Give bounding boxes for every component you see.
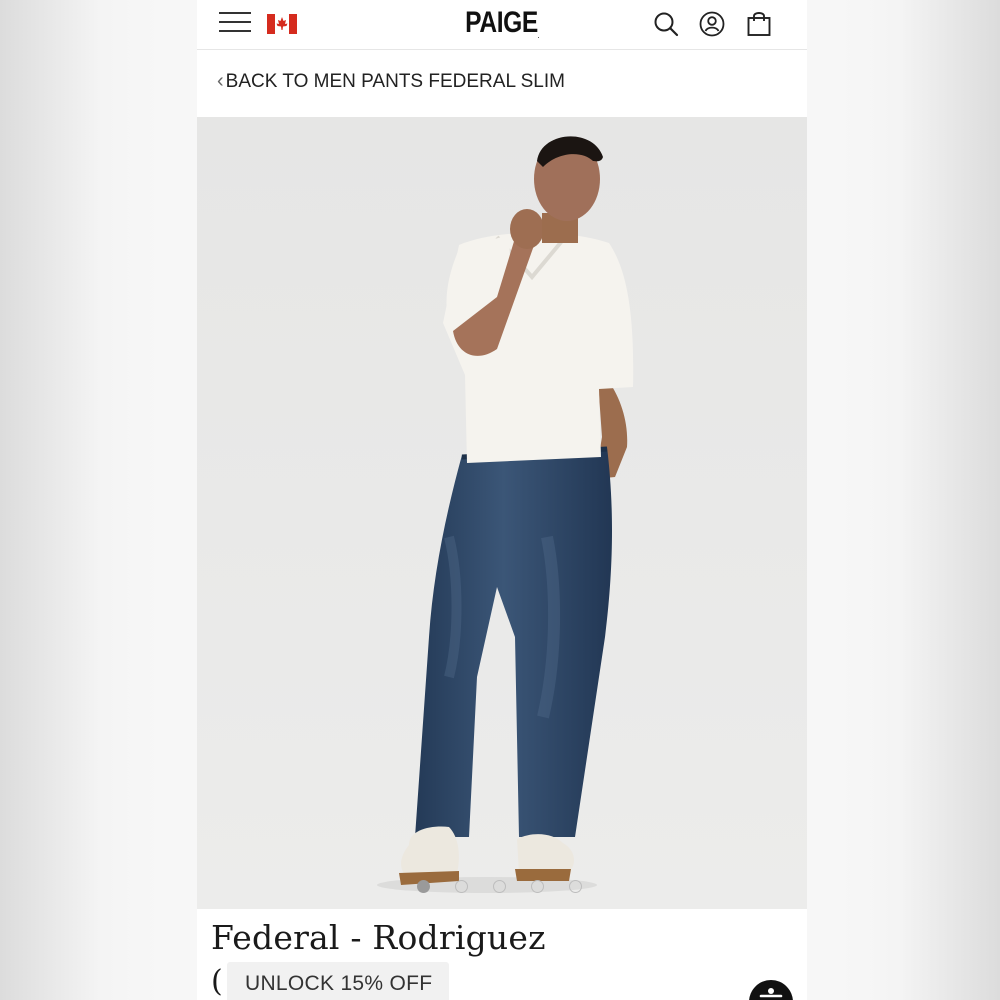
mobile-page: PAIGE. ‹BACK TO MEN PANTS FEDERAL SLIM — [197, 0, 807, 1000]
gallery-dot[interactable] — [417, 880, 430, 893]
accessibility-figure-icon — [759, 988, 783, 998]
search-icon[interactable] — [651, 9, 681, 39]
gallery-dot[interactable] — [569, 880, 582, 893]
product-image[interactable] — [197, 117, 807, 909]
site-header: PAIGE. — [197, 0, 807, 50]
gallery-dot[interactable] — [455, 880, 468, 893]
accessibility-icon[interactable] — [749, 980, 793, 1000]
back-breadcrumb-link[interactable]: ‹ BACK TO MEN PANTS FEDERAL SLIM — [217, 70, 565, 93]
gallery-dot[interactable] — [531, 880, 544, 893]
account-icon[interactable] — [697, 9, 727, 39]
brand-mark: . — [537, 34, 539, 40]
product-title: Federal - Rodriguez — [211, 918, 546, 957]
chevron-left-icon: ‹ — [217, 70, 224, 92]
shopping-bag-icon[interactable] — [744, 9, 774, 39]
model-photo — [197, 117, 807, 909]
brand-name: PAIGE — [465, 6, 538, 39]
breadcrumb-label: BACK TO MEN PANTS FEDERAL SLIM — [225, 71, 565, 92]
unlock-discount-button[interactable]: UNLOCK 15% OFF — [227, 962, 449, 1000]
unlock-discount-label: UNLOCK 15% OFF — [245, 972, 433, 995]
product-subtitle-partial: ( — [211, 964, 223, 999]
gallery-dot[interactable] — [493, 880, 506, 893]
menu-icon[interactable] — [219, 12, 251, 36]
